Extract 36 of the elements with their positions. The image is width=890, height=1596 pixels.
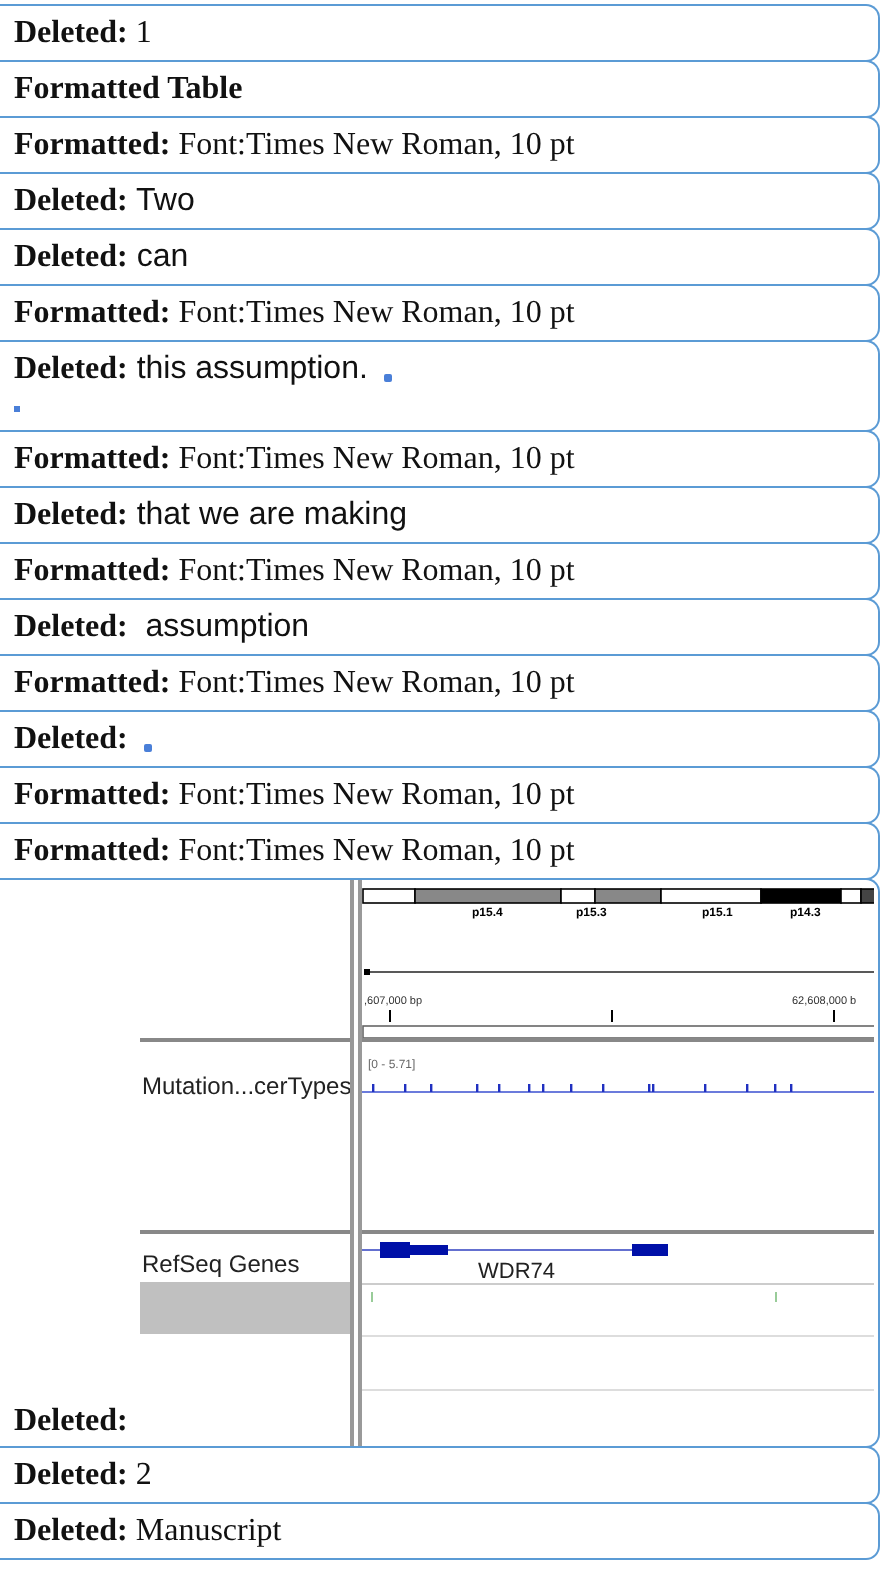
change-label: Deleted: bbox=[14, 238, 128, 278]
gene-label: WDR74 bbox=[478, 1260, 556, 1284]
change-label: Formatted: bbox=[14, 832, 171, 872]
change-label: Deleted: bbox=[14, 496, 128, 536]
change-label: Deleted: bbox=[14, 1512, 128, 1552]
change-text: 2 bbox=[133, 1456, 152, 1496]
change-label: Formatted Table bbox=[14, 70, 243, 110]
change-label: Formatted: bbox=[14, 776, 171, 816]
change-text: Font:Times New Roman, 10 pt bbox=[176, 552, 575, 592]
change-text: that we are making bbox=[134, 496, 407, 536]
change-text: Font:Times New Roman, 10 pt bbox=[176, 440, 575, 480]
change-label: Formatted: bbox=[14, 440, 171, 480]
track-name: Mutation...cerTypes bbox=[140, 1070, 350, 1104]
change-text: Font:Times New Roman, 10 pt bbox=[176, 664, 575, 704]
change-text: Manuscript bbox=[133, 1512, 282, 1552]
change-label: Deleted: bbox=[14, 350, 128, 390]
change-label: Deleted: bbox=[14, 720, 128, 760]
change-text: Two bbox=[134, 182, 195, 222]
change-text: assumption bbox=[143, 608, 310, 648]
change-text: 1 bbox=[133, 14, 152, 54]
change-text: this assumption. bbox=[134, 350, 368, 390]
change-text: Font:Times New Roman, 10 pt bbox=[176, 832, 575, 872]
change-label: Formatted: bbox=[14, 664, 171, 704]
change-text: Font:Times New Roman, 10 pt bbox=[176, 294, 575, 334]
track-name: RefSeq Genes bbox=[140, 1248, 302, 1282]
change-label: Deleted: bbox=[14, 182, 128, 222]
change-label: Deleted: bbox=[14, 14, 128, 54]
change-label: Deleted: bbox=[14, 1402, 130, 1442]
change-label: Formatted: bbox=[14, 126, 171, 166]
change-label: Deleted: bbox=[14, 608, 128, 648]
change-label: Formatted: bbox=[14, 294, 171, 334]
change-label: Formatted: bbox=[14, 552, 171, 592]
change-text: can bbox=[134, 238, 189, 278]
change-label: Deleted: bbox=[14, 1456, 128, 1496]
change-text: Font:Times New Roman, 10 pt bbox=[176, 126, 575, 166]
change-text: Font:Times New Roman, 10 pt bbox=[176, 776, 575, 816]
